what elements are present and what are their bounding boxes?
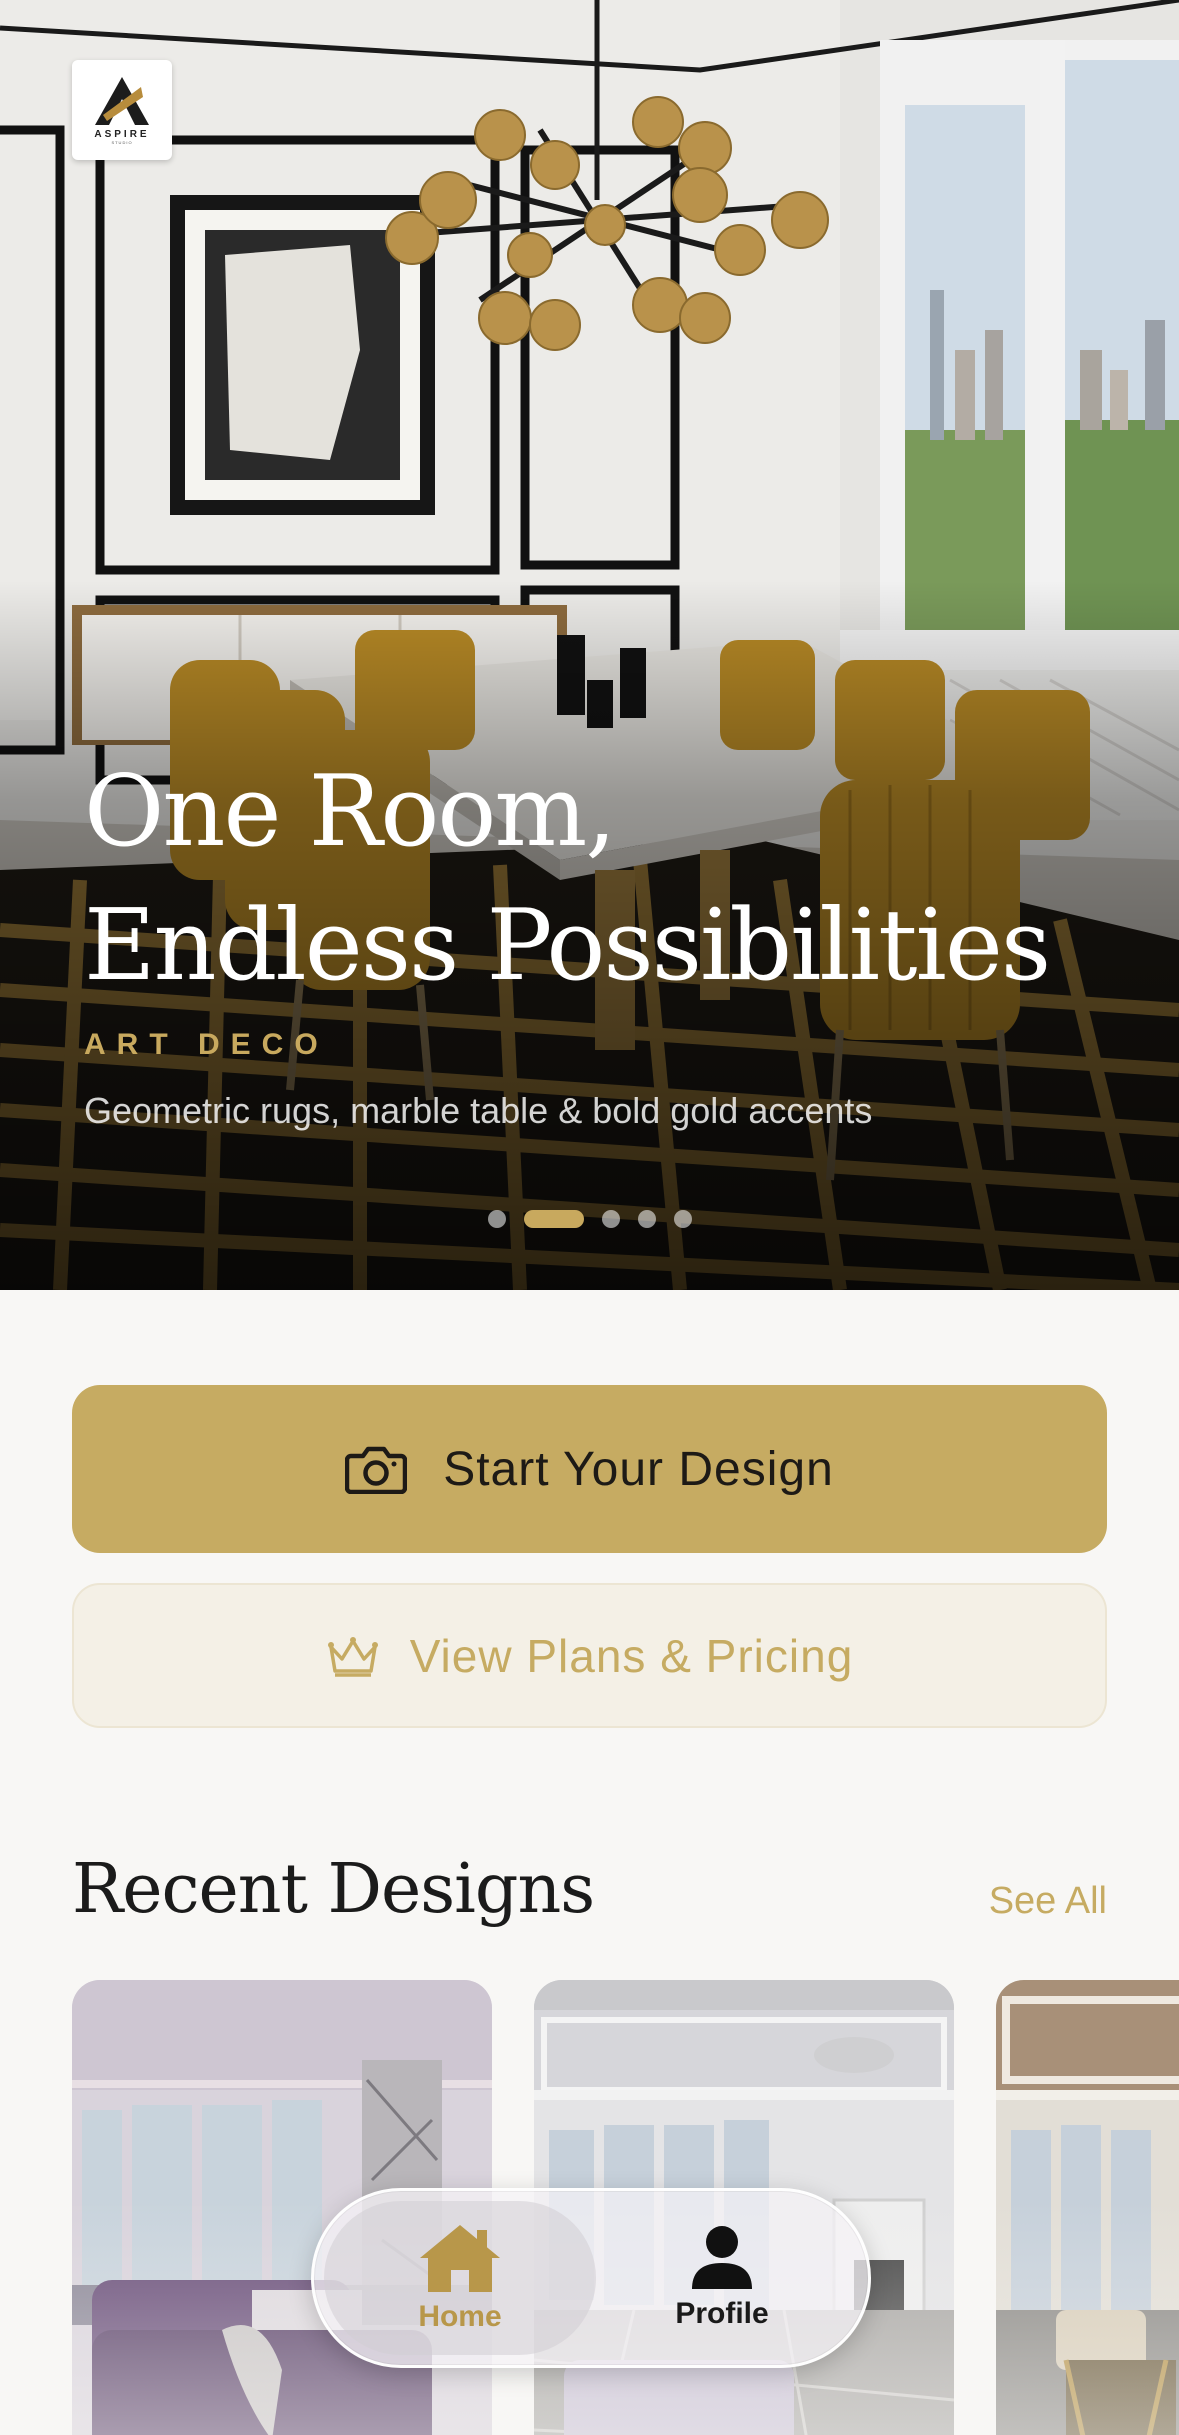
tab-bar: Home Profile bbox=[311, 2188, 871, 2368]
style-tag: ART DECO bbox=[84, 1028, 329, 1061]
carousel-dot[interactable] bbox=[602, 1210, 620, 1228]
hero-title: One Room, Endless Possibilities bbox=[84, 745, 1144, 1013]
logo-text: ASPIRE bbox=[94, 129, 150, 140]
recent-designs-title: Recent Designs bbox=[72, 1850, 595, 1929]
home-icon bbox=[420, 2225, 500, 2292]
carousel-dots bbox=[488, 1210, 692, 1228]
crown-icon bbox=[327, 1636, 378, 1677]
carousel-dot[interactable] bbox=[488, 1210, 506, 1228]
hero-title-line2: Endless Possibilities bbox=[84, 889, 1051, 1003]
see-all-link[interactable]: See All bbox=[989, 1880, 1107, 1923]
brand-logo[interactable]: ASPIRE STUDIO bbox=[72, 60, 172, 160]
tab-home[interactable]: Home bbox=[324, 2201, 596, 2355]
logo-subtext: STUDIO bbox=[111, 140, 133, 145]
camera-icon bbox=[345, 1446, 408, 1494]
view-plans-button[interactable]: View Plans & Pricing bbox=[72, 1583, 1107, 1728]
carousel-dot[interactable] bbox=[638, 1210, 656, 1228]
tab-profile[interactable]: Profile bbox=[586, 2201, 858, 2355]
carousel-dot[interactable] bbox=[674, 1210, 692, 1228]
tab-home-label: Home bbox=[418, 2300, 502, 2333]
tab-profile-label: Profile bbox=[675, 2297, 769, 2330]
hero-carousel[interactable]: ASPIRE STUDIO One Room, Endless Possibil… bbox=[0, 0, 1179, 1290]
logo-mark-icon bbox=[95, 77, 149, 125]
carousel-dot-active[interactable] bbox=[524, 1210, 584, 1228]
person-icon bbox=[692, 2226, 752, 2289]
hero-title-line1: One Room, bbox=[84, 755, 616, 869]
hero-subtitle: Geometric rugs, marble table & bold gold… bbox=[84, 1090, 873, 1131]
start-design-label: Start Your Design bbox=[443, 1442, 834, 1496]
view-plans-label: View Plans & Pricing bbox=[409, 1629, 854, 1682]
start-design-button[interactable]: Start Your Design bbox=[72, 1385, 1107, 1553]
